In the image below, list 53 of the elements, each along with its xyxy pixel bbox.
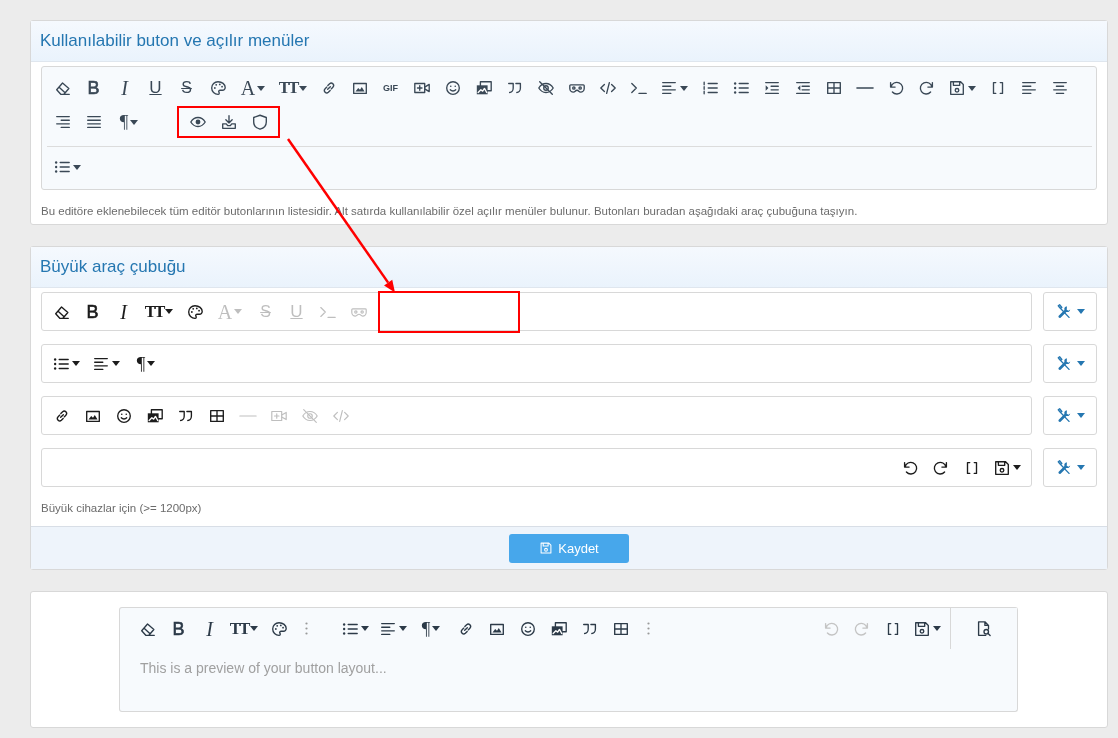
eraser-icon [53, 79, 72, 97]
code-icon [598, 79, 617, 97]
floppy-icon [539, 541, 554, 555]
editor-field[interactable]: This is a preview of your button layout... [119, 649, 1018, 712]
bold-button[interactable]: B [78, 73, 109, 103]
italic-button[interactable]: I [194, 613, 225, 644]
bold-button[interactable]: B [163, 613, 194, 644]
table-icon [824, 79, 843, 97]
strikethrough-button[interactable]: S [171, 73, 202, 103]
smiley-icon [443, 79, 462, 97]
align-left-icon [1019, 79, 1038, 97]
align-right-icon [53, 113, 72, 131]
italic-button[interactable]: I [109, 73, 140, 103]
font-color-button[interactable]: A [233, 73, 273, 103]
text-size-button[interactable]: TT [139, 296, 179, 327]
tools-button[interactable] [1043, 396, 1097, 435]
tools-button[interactable] [1043, 344, 1097, 383]
justify-icon [84, 113, 103, 131]
section-title: Büyük araç çubuğu [40, 256, 187, 278]
paragraph-button[interactable]: ¶ [126, 348, 166, 379]
eye-slash-icon [536, 79, 555, 97]
download-icon [219, 113, 238, 131]
gif-button[interactable]: GIF [375, 73, 406, 103]
section-title: Kullanılabilir buton ve açılır menüler [40, 30, 311, 52]
bold-button[interactable]: B [77, 296, 108, 327]
tools-button[interactable] [1043, 448, 1097, 487]
shield-icon [250, 113, 269, 131]
preview-button[interactable] [950, 608, 1017, 650]
caret-icon [1076, 413, 1085, 418]
bullet-list-icon [53, 158, 71, 176]
outdent-icon [793, 79, 812, 97]
caret-icon [1076, 361, 1085, 366]
redo-icon [917, 79, 936, 97]
line-icon [855, 87, 874, 89]
indent-icon [762, 79, 781, 97]
italic-button[interactable]: I [108, 296, 139, 327]
text-size-button[interactable]: TT [273, 73, 313, 103]
caret-icon [1076, 309, 1085, 314]
palette-icon [208, 79, 227, 97]
help-text: Büyük cihazlar için (>= 1200px) [41, 501, 203, 516]
bullet-list-icon [731, 79, 750, 97]
align-center-icon [1050, 79, 1069, 97]
text-size-button[interactable]: TT [225, 613, 263, 644]
tools-button[interactable] [1043, 292, 1097, 331]
floppy-icon [948, 79, 966, 97]
align-lines-icon [660, 79, 678, 97]
paragraph-button[interactable]: ¶ [109, 107, 149, 137]
caret-icon [1076, 465, 1085, 470]
gallery-icon [474, 79, 493, 97]
numbered-list-icon [700, 79, 719, 97]
underline-button[interactable]: U [140, 73, 171, 103]
paragraph-button[interactable]: ¶ [412, 613, 450, 644]
doc-search-icon [975, 619, 993, 638]
